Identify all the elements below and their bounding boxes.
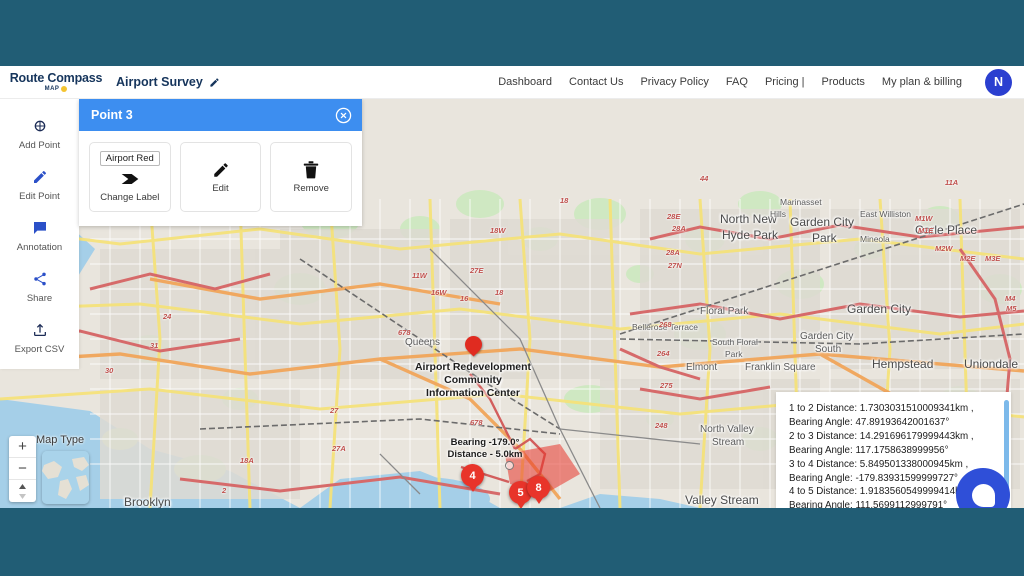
popup-title: Point 3 xyxy=(91,108,133,122)
zoom-in-button[interactable]: + xyxy=(9,436,36,458)
sidebar-label: Annotation xyxy=(16,242,63,253)
sidebar-label: Share xyxy=(26,293,53,304)
info-line: 2 to 3 Distance: 14.291696179999443km , xyxy=(789,430,974,442)
letterbox-bottom-bar xyxy=(0,508,1024,576)
add-point-icon xyxy=(31,117,49,135)
close-circle-icon[interactable] xyxy=(335,107,352,124)
document-title-text: Airport Survey xyxy=(116,75,203,89)
map-zoom-controls: + − xyxy=(9,436,36,502)
sidebar-item-annotation[interactable]: Annotation xyxy=(0,211,79,262)
comment-icon xyxy=(31,219,49,237)
left-toolbar: Add Point Edit Point Annotation Share Ex… xyxy=(0,99,79,369)
nav-item-my-plan-billing[interactable]: My plan & billing xyxy=(882,76,962,88)
pencil-icon xyxy=(212,160,230,180)
remove-point-button[interactable]: Remove xyxy=(270,142,353,212)
sidebar-label: Edit Point xyxy=(19,191,60,202)
arrow-right-icon xyxy=(120,169,140,189)
sidebar-item-share[interactable]: Share xyxy=(0,262,79,313)
pencil-icon xyxy=(31,168,49,186)
logo-dot-icon xyxy=(61,85,68,92)
map-point-marker-4[interactable]: 4 xyxy=(461,464,484,492)
point-detail-popup: Point 3 Airport Red Change Label Edit Re… xyxy=(79,99,362,226)
nav-item-dashboard[interactable]: Dashboard xyxy=(498,76,552,88)
edit-point-button[interactable]: Edit xyxy=(179,142,262,212)
map-type-thumbnail[interactable] xyxy=(42,451,89,504)
nav-item-privacy-policy[interactable]: Privacy Policy xyxy=(640,76,708,88)
info-line: Bearing Angle: 47.89193642001637° xyxy=(789,416,950,428)
upload-icon xyxy=(31,321,49,339)
brand-logo[interactable]: Route Compass MAP xyxy=(10,72,102,92)
avatar[interactable]: N xyxy=(985,68,1012,96)
change-label-button[interactable]: Airport Red Change Label xyxy=(89,142,171,212)
share-icon xyxy=(31,270,49,288)
trash-icon xyxy=(303,160,319,180)
waypoint-circle-marker[interactable] xyxy=(505,461,514,470)
sidebar-item-add-point[interactable]: Add Point xyxy=(0,109,79,160)
nav-item-faq[interactable]: FAQ xyxy=(726,76,748,88)
info-line: 1 to 2 Distance: 1.7303031510009341km , xyxy=(789,403,974,414)
app-window: Route Compass MAP Airport Survey Dashboa… xyxy=(0,66,1024,508)
nav-item-pricing[interactable]: Pricing | xyxy=(765,76,805,88)
remove-label-text: Remove xyxy=(293,183,329,194)
point-label-chip: Airport Red xyxy=(99,151,160,166)
sidebar-item-export-csv[interactable]: Export CSV xyxy=(0,313,79,364)
change-label-text: Change Label xyxy=(100,192,160,203)
compass-tilt-icon[interactable] xyxy=(9,480,36,502)
sidebar-label: Export CSV xyxy=(14,344,65,355)
edit-label-text: Edit xyxy=(212,183,229,194)
info-line: Bearing Angle: 117.1758638999956° xyxy=(789,444,949,456)
logo-secondary: MAP xyxy=(44,85,68,92)
map-point-marker-8[interactable]: 8 xyxy=(527,476,550,504)
nav-item-products[interactable]: Products xyxy=(821,76,864,88)
chat-bubble-icon xyxy=(971,483,995,507)
logo-primary-text: Route Compass xyxy=(9,71,103,86)
sidebar-label: Add Point xyxy=(18,140,61,151)
letterbox-top-bar xyxy=(0,0,1024,66)
nav-item-contact-us[interactable]: Contact Us xyxy=(569,76,623,88)
top-navigation: Dashboard Contact Us Privacy Policy FAQ … xyxy=(498,68,1012,96)
map-type-label: Map Type xyxy=(36,434,85,446)
popup-actions: Airport Red Change Label Edit Remove xyxy=(79,131,362,226)
info-line: 3 to 4 Distance: 5.849501338000945km , xyxy=(789,458,969,470)
sidebar-item-edit-point[interactable]: Edit Point xyxy=(0,160,79,211)
globe-icon xyxy=(42,451,89,504)
pencil-icon[interactable] xyxy=(209,77,220,88)
popup-header: Point 3 xyxy=(79,99,362,131)
logo-sub-text: MAP xyxy=(44,85,60,92)
zoom-out-button[interactable]: − xyxy=(9,458,36,480)
app-header: Route Compass MAP Airport Survey Dashboa… xyxy=(0,66,1024,99)
document-title: Airport Survey xyxy=(116,75,220,89)
